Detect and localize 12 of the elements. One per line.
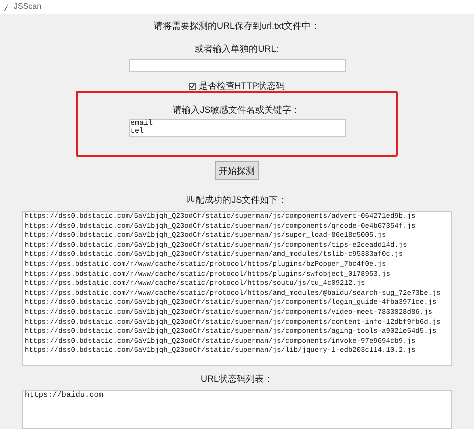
window-title: JSScan [14,1,42,13]
field-label: 请输入JS敏感文件名或关键字： [173,104,301,116]
check-icon [190,84,195,89]
checkbox-label: 是否检查HTTP状态码 [198,81,286,92]
section-label: 匹配成功的JS文件如下： [186,194,288,206]
section-label: URL状态码列表： [200,373,273,385]
checkbox[interactable] [188,83,196,90]
feather-icon [4,2,10,12]
start-button[interactable]: 开始探测 [215,161,259,180]
instruction-text: 请将需要探测的URL保存到url.txt文件中： [154,20,320,32]
field-label: 或者输入单独的URL: [195,43,279,55]
url-input-field[interactable] [128,59,346,72]
